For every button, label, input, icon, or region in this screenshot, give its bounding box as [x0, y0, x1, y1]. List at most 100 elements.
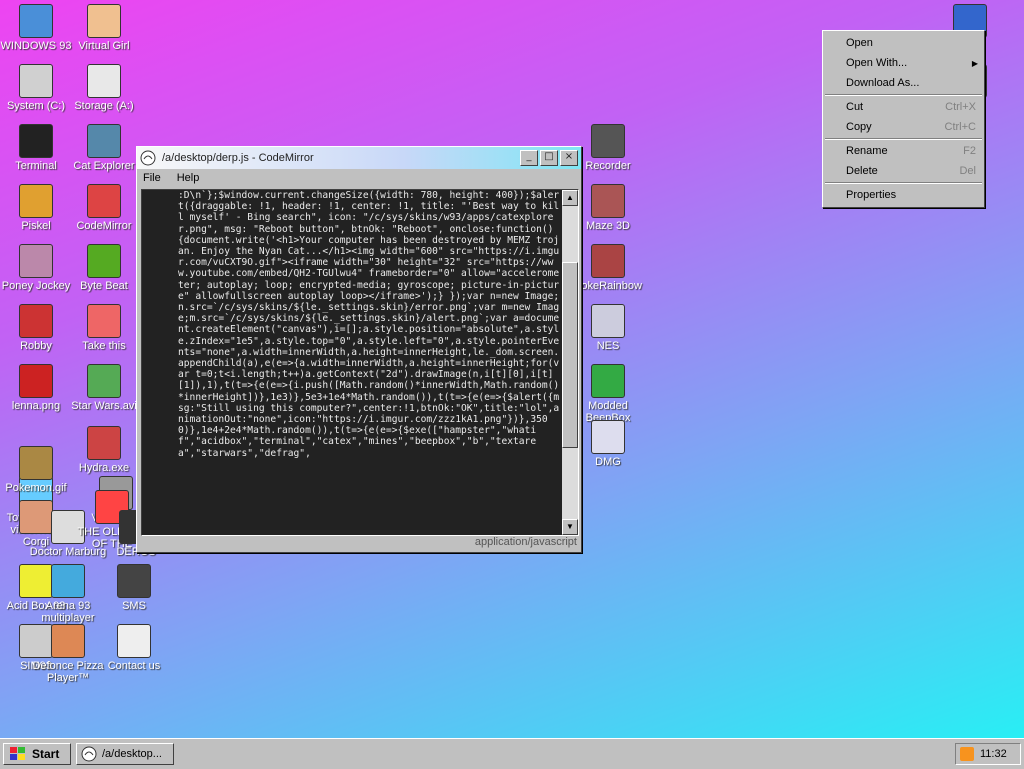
menu-item-label: Download As...: [846, 77, 920, 89]
desktop-icon[interactable]: Take this: [64, 304, 144, 352]
microphone-icon: [591, 124, 625, 158]
desktop-icon-label: Virtual Girl: [78, 40, 130, 52]
desktop-icon-label: Hydra.exe: [78, 462, 130, 474]
window-menubar: File Help: [137, 169, 581, 187]
codemirror-window[interactable]: /a/desktop/derp.js - CodeMirror _ □ × Fi…: [136, 146, 582, 553]
scroll-up-arrow-icon[interactable]: ▲: [562, 190, 578, 206]
scroll-thumb[interactable]: [562, 262, 578, 448]
context-menu-item-download-as[interactable]: Download As...: [823, 73, 984, 93]
desktop-icon[interactable]: Hydra.exe: [64, 426, 144, 474]
window-titlebar[interactable]: /a/desktop/derp.js - CodeMirror _ □ ×: [137, 147, 581, 169]
desktop-icon[interactable]: Star Wars.avi: [64, 364, 144, 412]
pony-icon: [19, 244, 53, 278]
desktop-icon[interactable]: CodeMirror: [64, 184, 144, 232]
desktop-icon-label: Storage (A:): [74, 100, 134, 112]
maze-icon: [591, 184, 625, 218]
taskbar-item-codemirror[interactable]: /a/desktop...: [76, 743, 174, 765]
hydra-icon: [87, 426, 121, 460]
desktop-icon-label: SMS: [122, 600, 146, 612]
maximize-button[interactable]: □: [540, 150, 558, 166]
globe-cat-icon: [87, 124, 121, 158]
desktop-icon-label: Take this: [82, 340, 126, 352]
menu-item-label: Open With...: [846, 57, 908, 69]
context-menu-item-delete[interactable]: Delete Del: [823, 161, 984, 181]
menu-item-label: Cut: [846, 101, 864, 113]
code-editor[interactable]: :D\n`};$window.current.changeSize({width…: [141, 189, 579, 536]
desktop-icon-label: Cat Explorer: [73, 160, 135, 172]
rss-icon[interactable]: [960, 747, 974, 761]
clock: 11:32: [980, 748, 1007, 760]
context-menu-item-copy[interactable]: Copy Ctrl+C: [823, 117, 984, 137]
desktop-icon[interactable]: Storage (A:): [64, 64, 144, 112]
menu-item-shortcut: Ctrl+X: [945, 101, 976, 113]
codemirror-icon: [140, 150, 156, 166]
context-menu-item-properties[interactable]: Properties: [823, 185, 984, 205]
beepbox-icon: [591, 364, 625, 398]
menu-separator: [825, 138, 982, 140]
desktop-icon-label: Pokemon.gif: [5, 482, 67, 494]
pokerainbow-icon: [591, 244, 625, 278]
menu-item-shortcut: F2: [963, 145, 976, 157]
minimize-button[interactable]: _: [520, 150, 538, 166]
context-menu-item-cut[interactable]: Cut Ctrl+X: [823, 97, 984, 117]
drive-icon: [19, 64, 53, 98]
line-gutter: [142, 190, 172, 535]
desktop-icon-label: CodeMirror: [76, 220, 132, 232]
start-button[interactable]: Start: [3, 743, 71, 765]
palette-icon: [19, 184, 53, 218]
taskbar: Start /a/desktop... 11:32: [0, 738, 1024, 769]
menu-item-label: Delete: [846, 165, 878, 177]
desktop-icon[interactable]: Cat Explorer: [64, 124, 144, 172]
yoda-icon: [87, 364, 121, 398]
bytebeat-icon: [87, 244, 121, 278]
context-menu-item-open-with[interactable]: Open With... ▶: [823, 53, 984, 73]
code-text[interactable]: :D\n`};$window.current.changeSize({width…: [178, 190, 560, 535]
pokemon-icon: [19, 446, 53, 480]
vertical-scrollbar[interactable]: ▲ ▼: [562, 190, 578, 535]
nes-icon: [591, 304, 625, 338]
face-icon: [87, 4, 121, 38]
desktop-icon-label: Byte Beat: [80, 280, 128, 292]
desktop-icon[interactable]: Contact us: [94, 624, 174, 672]
menu-item-label: Copy: [846, 121, 872, 133]
contact-icon: [117, 624, 151, 658]
desktop-icon[interactable]: Byte Beat: [64, 244, 144, 292]
arena-cube-icon: [51, 564, 85, 598]
take-this-icon: [87, 304, 121, 338]
context-menu-item-rename[interactable]: Rename F2: [823, 141, 984, 161]
codemirror-icon: [87, 184, 121, 218]
robby-icon: [19, 304, 53, 338]
menu-item-label: Open: [846, 37, 873, 49]
desktop-icon[interactable]: Virtual Girl: [64, 4, 144, 52]
menu-item-shortcut: Del: [959, 165, 976, 177]
status-bar-mime: application/javascript: [474, 536, 577, 548]
close-button[interactable]: ×: [560, 150, 578, 166]
system-tray: 11:32: [955, 743, 1021, 765]
pizza-icon: [51, 624, 85, 658]
sms-icon: [117, 564, 151, 598]
floppy-drive-icon: [87, 64, 121, 98]
menu-item-label: Rename: [846, 145, 888, 157]
image-file-icon: [19, 364, 53, 398]
submenu-arrow-icon: ▶: [971, 58, 978, 68]
codemirror-icon: [81, 746, 97, 762]
menu-help[interactable]: Help: [175, 172, 202, 184]
context-menu-item-open[interactable]: Open: [823, 33, 984, 53]
menu-item-shortcut: Ctrl+C: [944, 121, 976, 133]
dmg-icon: [591, 420, 625, 454]
menu-separator: [825, 182, 982, 184]
desktop-icon-label: Contact us: [107, 660, 161, 672]
desktop-icon[interactable]: SMS: [94, 564, 174, 612]
scroll-down-arrow-icon[interactable]: ▼: [562, 519, 578, 535]
context-menu: Open Open With... ▶ Download As... Cut Ctrl+X…: [822, 30, 985, 208]
computer-icon: [19, 4, 53, 38]
menu-separator: [825, 94, 982, 96]
start-label: Start: [32, 747, 60, 761]
menu-file[interactable]: File: [141, 172, 163, 184]
menu-item-label: Properties: [846, 189, 897, 201]
terminal-icon: [19, 124, 53, 158]
desktop-icon-label: Star Wars.avi: [71, 400, 137, 412]
windows-logo-icon: [10, 747, 25, 760]
taskbar-item-label: /a/desktop...: [102, 748, 162, 760]
window-title: /a/desktop/derp.js - CodeMirror: [162, 152, 314, 164]
